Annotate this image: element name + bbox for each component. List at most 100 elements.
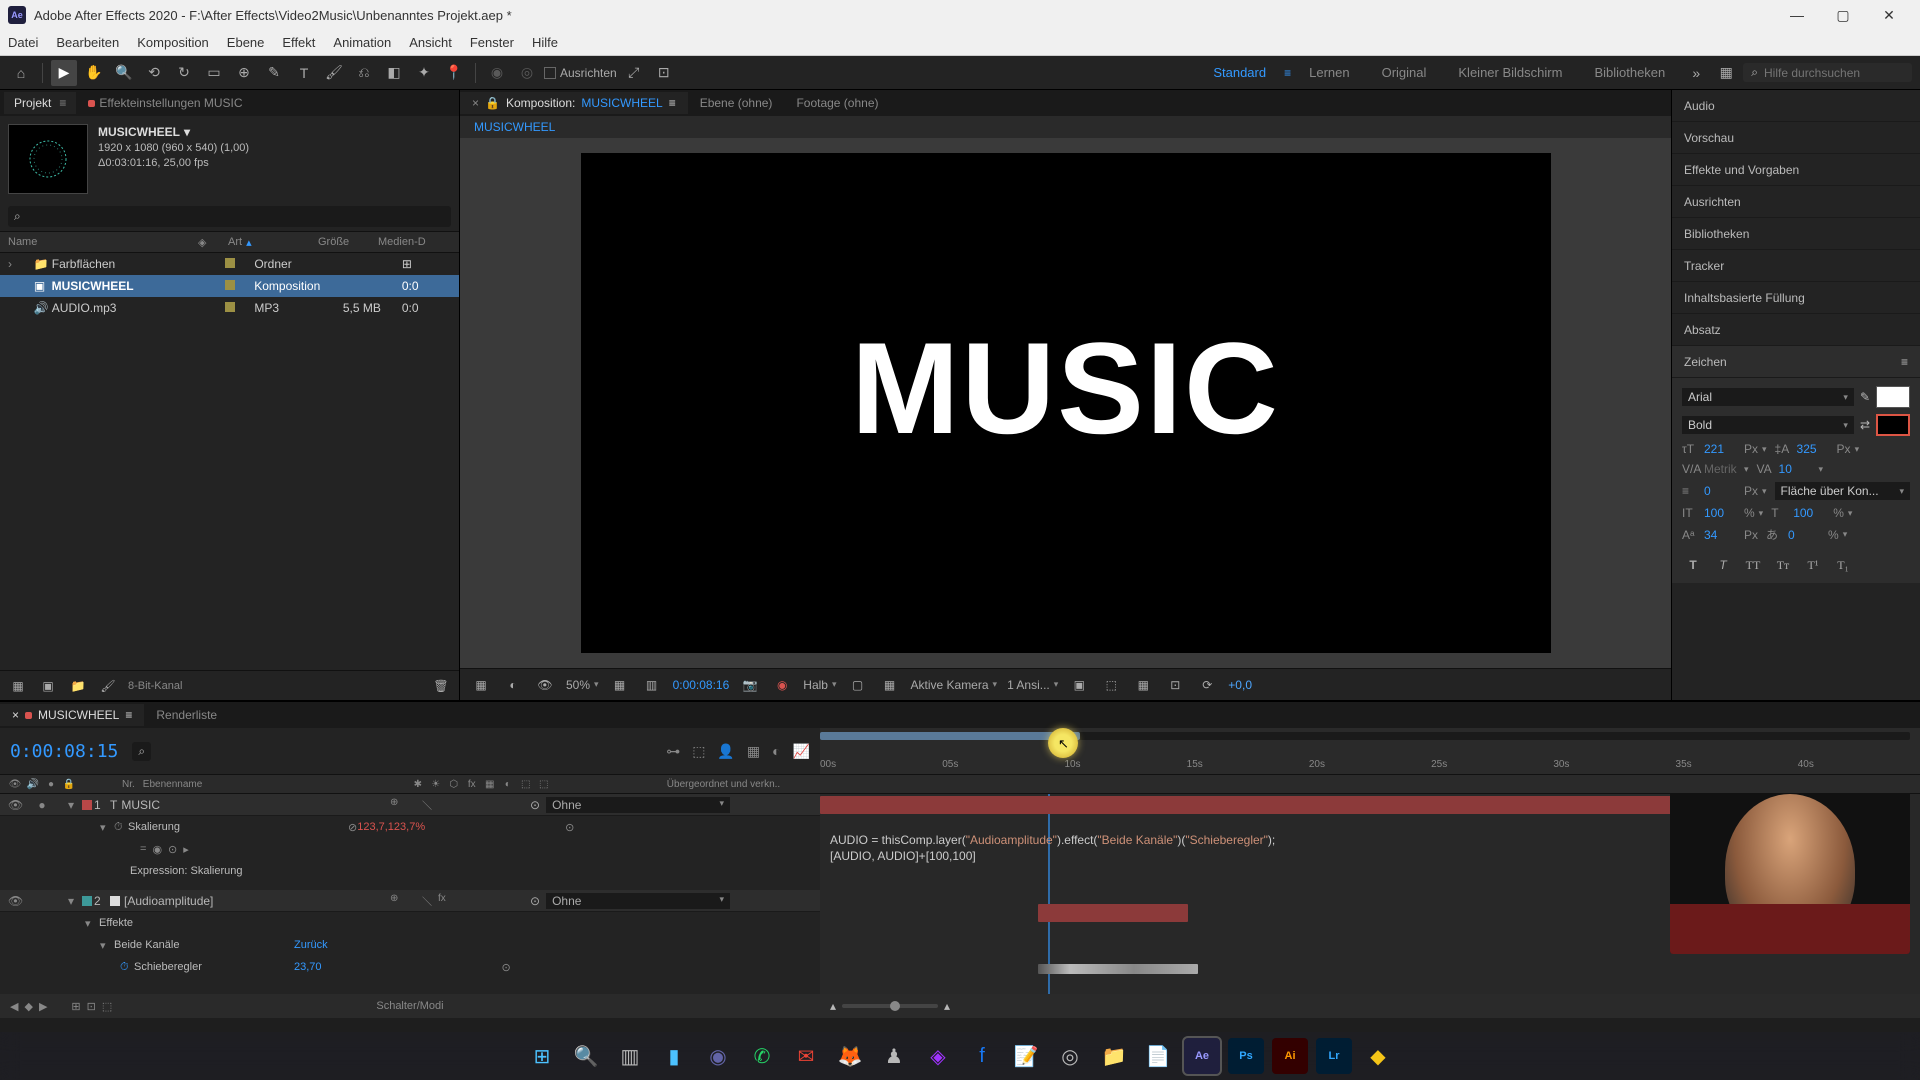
effects-group[interactable]: ▾ Effekte xyxy=(0,912,820,934)
tab-render-queue[interactable]: Renderliste xyxy=(144,704,229,726)
eyedropper-icon[interactable]: ✎ xyxy=(1860,390,1870,404)
expr-pickwhip-icon[interactable]: ⊙ xyxy=(168,843,177,856)
effect-both-channels[interactable]: ▾ Beide Kanäle Zurück xyxy=(0,934,820,956)
chevron-down-icon[interactable]: ▾ xyxy=(184,124,190,141)
toggle-modes-icon[interactable]: ⊡ xyxy=(87,1000,96,1013)
roi-button[interactable]: ▢ xyxy=(847,678,869,692)
v-btn-1[interactable]: ▣ xyxy=(1068,678,1090,692)
brush-tool[interactable]: 🖌 xyxy=(321,60,347,86)
task-whatsapp[interactable]: ✆ xyxy=(744,1038,780,1074)
pickwhip-icon[interactable]: ⊙ xyxy=(530,798,540,812)
timeline-zoom[interactable]: ▴ ▴ xyxy=(830,999,950,1013)
task-view[interactable]: ▥ xyxy=(612,1038,648,1074)
tab-project[interactable]: Projekt≡ xyxy=(4,92,76,114)
expr-toggle-icon[interactable]: = xyxy=(140,843,146,856)
tab-effect-settings[interactable]: Effekteinstellungen MUSIC xyxy=(78,92,252,114)
tool-opt-1[interactable]: ◉ xyxy=(484,60,510,86)
exposure-value[interactable]: +0,0 xyxy=(1228,678,1252,692)
task-app1[interactable]: ♟ xyxy=(876,1038,912,1074)
v-btn-4[interactable]: ⊡ xyxy=(1164,678,1186,692)
col-tag[interactable]: ◈ xyxy=(198,236,228,249)
leading[interactable]: ‡A325Px▾ xyxy=(1775,442,1860,456)
task-lightroom[interactable]: Lr xyxy=(1316,1038,1352,1074)
menu-animation[interactable]: Animation xyxy=(333,35,391,50)
toggle-3-icon[interactable]: ⬚ xyxy=(102,1000,112,1013)
workspace-original[interactable]: Original xyxy=(1368,65,1441,80)
timeline-search[interactable]: ⌕ xyxy=(132,742,151,761)
rect-tool[interactable]: ▭ xyxy=(201,60,227,86)
draft-3d-icon[interactable]: ⬚ xyxy=(692,743,705,760)
swap-icon[interactable]: ⇄ xyxy=(1860,418,1870,432)
menu-icon[interactable]: ≡ xyxy=(669,96,676,110)
workspace-standard[interactable]: Standard xyxy=(1199,65,1280,80)
reset-exposure-button[interactable]: ⟳ xyxy=(1196,678,1218,692)
channel-button[interactable]: 👁 xyxy=(534,678,556,692)
video-toggle[interactable]: 👁 xyxy=(8,894,20,908)
switches-modes-toggle[interactable]: Schalter/Modi xyxy=(376,1000,443,1012)
task-messenger[interactable]: ◈ xyxy=(920,1038,956,1074)
expand-icon[interactable]: › xyxy=(8,257,20,271)
anchor-tool[interactable]: ⊕ xyxy=(231,60,257,86)
workspace-reset[interactable]: ▦ xyxy=(1713,60,1739,86)
tab-timeline-comp[interactable]: × MUSICWHEEL ≡ xyxy=(0,704,144,726)
grid-button[interactable]: ▦ xyxy=(609,678,631,692)
layer-name[interactable]: MUSIC xyxy=(121,798,160,812)
zoom-out-icon[interactable]: ▴ xyxy=(830,999,836,1013)
allcaps-button[interactable]: TT xyxy=(1742,555,1764,575)
expression-field[interactable]: AUDIO = thisComp.layer("Audioamplitude")… xyxy=(830,832,1275,864)
tab-paragraph[interactable]: Absatz xyxy=(1672,314,1920,346)
close-icon[interactable]: × xyxy=(12,708,19,722)
smallcaps-button[interactable]: Tᴛ xyxy=(1772,555,1794,575)
fill-color[interactable] xyxy=(1876,386,1910,408)
baseline-shift[interactable]: Aᵃ34Px xyxy=(1682,526,1758,543)
motion-blur-icon[interactable]: ◐ xyxy=(772,743,780,760)
task-after-effects[interactable]: Ae xyxy=(1184,1038,1220,1074)
project-row-comp[interactable]: ▣ MUSICWHEEL Komposition 0:0 xyxy=(0,275,459,297)
help-search-input[interactable] xyxy=(1764,66,1904,80)
rotate-tool[interactable]: ↻ xyxy=(171,60,197,86)
layer-name[interactable]: [Audioamplitude] xyxy=(124,894,213,908)
new-folder-button[interactable]: 📁 xyxy=(68,676,88,696)
alpha-button[interactable]: ▦ xyxy=(470,678,492,692)
col-art[interactable]: Art▴ xyxy=(228,236,318,249)
color-tag[interactable] xyxy=(225,258,235,268)
col-size[interactable]: Größe xyxy=(318,236,378,248)
snap-toggle[interactable]: Ausrichten xyxy=(544,66,617,80)
guides-button[interactable]: ▥ xyxy=(641,678,663,692)
color-tag[interactable] xyxy=(225,302,235,312)
reset-link[interactable]: Zurück xyxy=(294,939,328,951)
delete-button[interactable]: 🗑 xyxy=(431,676,451,696)
effect-slider[interactable]: ⏱ Schieberegler 23,70 ⊙ xyxy=(0,956,820,978)
color-settings-button[interactable]: 🖌 xyxy=(98,676,118,696)
text-tool[interactable]: T xyxy=(291,60,317,86)
maximize-button[interactable]: ▢ xyxy=(1820,0,1866,30)
superscript-button[interactable]: T¹ xyxy=(1802,555,1824,575)
roto-tool[interactable]: ✦ xyxy=(411,60,437,86)
subscript-button[interactable]: T₁ xyxy=(1832,555,1854,575)
prop-scale[interactable]: ▾ ⏱ Skalierung ⊘ 123,7,123,7% ⊙ xyxy=(0,816,820,838)
menu-help[interactable]: Hilfe xyxy=(532,35,558,50)
tab-preview[interactable]: Vorschau xyxy=(1672,122,1920,154)
tab-libraries[interactable]: Bibliotheken xyxy=(1672,218,1920,250)
solo-icon[interactable]: ● xyxy=(44,779,58,790)
parent-pickwhip-icon[interactable]: ⊙ xyxy=(502,961,511,974)
toggle-switches-icon[interactable]: ⊞ xyxy=(71,1000,80,1013)
pen-tool[interactable]: ✎ xyxy=(261,60,287,86)
menu-window[interactable]: Fenster xyxy=(470,35,514,50)
menu-composition[interactable]: Komposition xyxy=(137,35,209,50)
workspace-learn[interactable]: Lernen xyxy=(1295,65,1363,80)
tab-character[interactable]: Zeichen≡ xyxy=(1672,346,1920,378)
tracking[interactable]: VA10▾ xyxy=(1757,462,1824,476)
parent-pickwhip-icon[interactable]: ⊙ xyxy=(565,821,574,834)
add-key-icon[interactable]: ◆ xyxy=(24,1000,32,1013)
lock-col-icon[interactable]: 🔒 xyxy=(62,779,76,790)
layer-row-2[interactable]: 👁 ▾ 2 [Audioamplitude] ⊕＼fx ⊙Ohne▾ xyxy=(0,890,820,912)
minimize-button[interactable]: — xyxy=(1774,0,1820,30)
menu-edit[interactable]: Bearbeiten xyxy=(56,35,119,50)
hand-tool[interactable]: ✋ xyxy=(81,60,107,86)
keyframe-bar[interactable] xyxy=(1038,964,1198,974)
layer-color[interactable] xyxy=(82,896,92,906)
menu-effect[interactable]: Effekt xyxy=(282,35,315,50)
show-snap-button[interactable]: ◉ xyxy=(771,678,793,692)
tab-layer[interactable]: Ebene (ohne) xyxy=(688,92,785,114)
